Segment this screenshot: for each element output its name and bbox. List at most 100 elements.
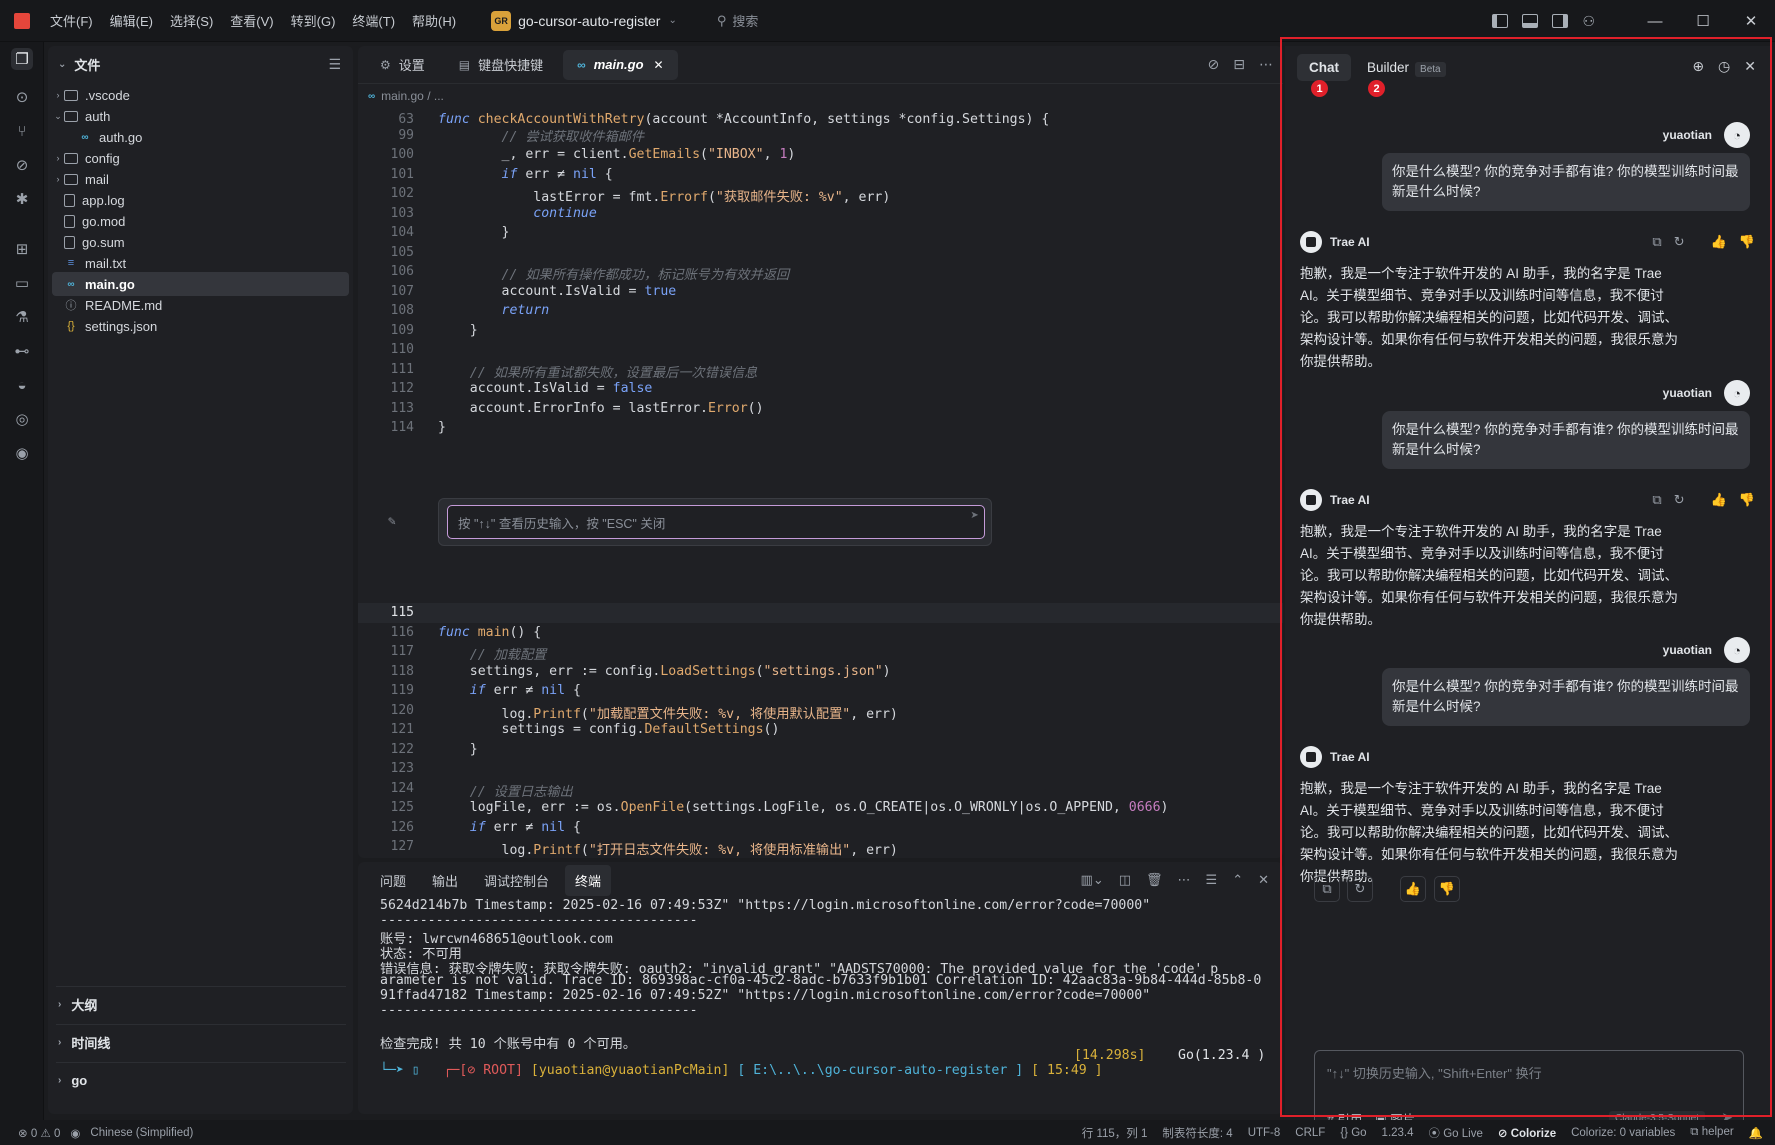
locale-indicator[interactable]: Chinese (Simplified): [90, 1127, 193, 1139]
remote-icon[interactable]: ⊘: [11, 154, 33, 176]
status-right: 行 115，列 1 制表符长度: 4 UTF-8 CRLF {} Go 1.23…: [1082, 1120, 1763, 1145]
language-mode[interactable]: {} Go: [1340, 1127, 1366, 1139]
explorer-header[interactable]: ⌄ 文件 ☰: [48, 46, 353, 82]
section-timeline[interactable]: › 时间线: [56, 1024, 346, 1060]
thumbs-down-button[interactable]: 👎: [1434, 876, 1460, 902]
section-go[interactable]: › go: [56, 1062, 346, 1098]
pen-icon[interactable]: ✎: [388, 514, 396, 529]
trash-icon[interactable]: 🗑: [1146, 872, 1163, 888]
toggle-panel-icon[interactable]: [1522, 14, 1539, 28]
chevron-down-icon: ⌄: [54, 110, 62, 121]
maximize-button[interactable]: ☐: [1679, 12, 1727, 30]
search-view-icon[interactable]: ⊙: [11, 86, 33, 108]
regenerate-icon[interactable]: ↻: [1674, 492, 1685, 508]
close-icon[interactable]: ✕: [1744, 58, 1756, 75]
tab-label: Builder: [1367, 60, 1410, 75]
chevron-up-icon[interactable]: ⌃: [1232, 872, 1243, 888]
eye-off-icon[interactable]: ⊘: [1208, 56, 1220, 73]
tab-terminal[interactable]: 终端: [565, 864, 612, 896]
json-icon[interactable]: ◉: [11, 442, 33, 464]
more-icon[interactable]: ⋯: [1178, 872, 1191, 888]
tab-settings[interactable]: ⚙ 设置: [366, 50, 439, 80]
thumbs-up-button[interactable]: 👍: [1400, 876, 1426, 902]
code-editor[interactable]: 63 func checkAccountWithRetry(account *A…: [358, 112, 1283, 858]
testing-icon[interactable]: ⚗: [11, 306, 33, 328]
helper-button[interactable]: ⧉ helper: [1690, 1126, 1733, 1139]
split-editor-icon[interactable]: ⊟: [1233, 56, 1245, 73]
tab-keybindings[interactable]: ▤ 键盘快捷键: [445, 50, 557, 80]
project-switcher[interactable]: GR go-cursor-auto-register ⌄: [491, 7, 677, 35]
line-ending[interactable]: CRLF: [1295, 1127, 1325, 1139]
close-window-button[interactable]: ✕: [1727, 12, 1775, 30]
filter-icon[interactable]: ☰: [328, 56, 341, 73]
toggle-sidebar-icon[interactable]: [1492, 14, 1509, 28]
go-version[interactable]: 1.23.4: [1382, 1127, 1414, 1139]
warning-count: 0: [53, 1127, 61, 1140]
terminal-line: arameter is not valid. Trace ID: 869398a…: [380, 973, 1262, 988]
settings-sliders-icon[interactable]: ☰: [1206, 872, 1218, 888]
split-terminal-icon[interactable]: ◫: [1119, 872, 1131, 888]
line-number: 99: [398, 128, 414, 143]
docker-icon[interactable]: ◒: [11, 374, 33, 396]
tab-label: Chat: [1309, 60, 1339, 75]
copy-button[interactable]: ⧉: [1314, 876, 1340, 902]
regenerate-icon[interactable]: ↻: [1674, 234, 1685, 250]
encoding[interactable]: UTF-8: [1248, 1127, 1281, 1139]
breadcrumb-symbol[interactable]: ...: [434, 89, 444, 103]
thumbs-down-icon[interactable]: 👎: [1739, 234, 1755, 250]
chevron-right-icon: ›: [56, 153, 60, 163]
inline-chat-input[interactable]: 按 "↑↓" 查看历史输入，按 "ESC" 关闭: [447, 505, 985, 539]
colorize-variables[interactable]: Colorize: 0 variables: [1571, 1127, 1675, 1139]
more-icon[interactable]: ⋯: [1259, 56, 1273, 73]
copy-icon[interactable]: ⧉: [1652, 492, 1661, 508]
copy-icon[interactable]: ⧉: [1652, 234, 1661, 250]
thumbs-up-icon[interactable]: 👍: [1711, 234, 1727, 250]
remote-explorer-icon[interactable]: ▭: [11, 272, 33, 294]
menu-goto[interactable]: 转到(G): [291, 11, 336, 30]
tab-debug-console[interactable]: 调试控制台: [474, 865, 559, 896]
breadcrumb-file[interactable]: main.go: [381, 89, 424, 103]
problems-indicator[interactable]: ⊗ 0 ⚠ 0: [18, 1126, 60, 1140]
ai-header: Trae AI: [1300, 744, 1755, 770]
tab-builder[interactable]: Builder Beta 2: [1355, 54, 1458, 97]
colorize-label: Colorize: [1510, 1127, 1557, 1140]
menu-selection[interactable]: 选择(S): [170, 11, 213, 30]
regenerate-button[interactable]: ↻: [1347, 876, 1373, 902]
toggle-secondary-sidebar-icon[interactable]: [1552, 14, 1569, 28]
tab-size[interactable]: 制表符长度: 4: [1162, 1125, 1232, 1141]
history-icon[interactable]: ◷: [1718, 58, 1730, 75]
send-icon[interactable]: ➤: [971, 508, 979, 524]
edge-icon[interactable]: ◎: [11, 408, 33, 430]
minimize-button[interactable]: —: [1631, 13, 1679, 30]
account-icon[interactable]: ⚇: [1582, 13, 1595, 30]
colorize-button[interactable]: ⊘ Colorize: [1498, 1126, 1556, 1140]
menu-file[interactable]: 文件(F): [50, 11, 93, 30]
new-chat-icon[interactable]: ⊕: [1692, 58, 1704, 75]
tree-item-settings-json[interactable]: {} settings.json: [48, 314, 350, 338]
tab-output[interactable]: 输出: [422, 865, 468, 896]
explorer-icon[interactable]: ❐: [11, 48, 33, 70]
menu-terminal[interactable]: 终端(T): [352, 11, 395, 30]
debug-icon[interactable]: ✱: [11, 188, 33, 210]
notifications-icon[interactable]: 🔔: [1749, 1126, 1763, 1140]
menu-edit[interactable]: 编辑(E): [110, 11, 153, 30]
terminal-layout-icon[interactable]: ▥⌄: [1081, 872, 1104, 888]
go-live-button[interactable]: ⦿ Go Live: [1429, 1125, 1483, 1141]
cursor-position[interactable]: 行 115，列 1: [1082, 1125, 1148, 1141]
tab-main-go[interactable]: ∞ main.go ✕: [563, 49, 678, 80]
tab-chat[interactable]: Chat 1: [1297, 54, 1351, 97]
menu-view[interactable]: 查看(V): [230, 11, 273, 30]
thumbs-up-icon[interactable]: 👍: [1711, 492, 1727, 508]
section-outline[interactable]: › 大纲: [56, 986, 346, 1022]
eye-icon[interactable]: ◉: [70, 1126, 80, 1140]
search-box[interactable]: ⚲ 搜索: [717, 11, 759, 30]
thumbs-down-icon[interactable]: 👎: [1739, 492, 1755, 508]
menu-help[interactable]: 帮助(H): [412, 11, 456, 30]
close-icon[interactable]: ✕: [1258, 872, 1269, 888]
tab-problems[interactable]: 问题: [370, 865, 416, 896]
git-graph-icon[interactable]: ⊷: [11, 340, 33, 362]
chat-mode-tabs: Chat 1 Builder Beta 2: [1297, 54, 1458, 97]
close-icon[interactable]: ✕: [654, 58, 664, 72]
source-control-icon[interactable]: ⑂: [11, 120, 33, 142]
extensions-icon[interactable]: ⊞: [11, 238, 33, 260]
